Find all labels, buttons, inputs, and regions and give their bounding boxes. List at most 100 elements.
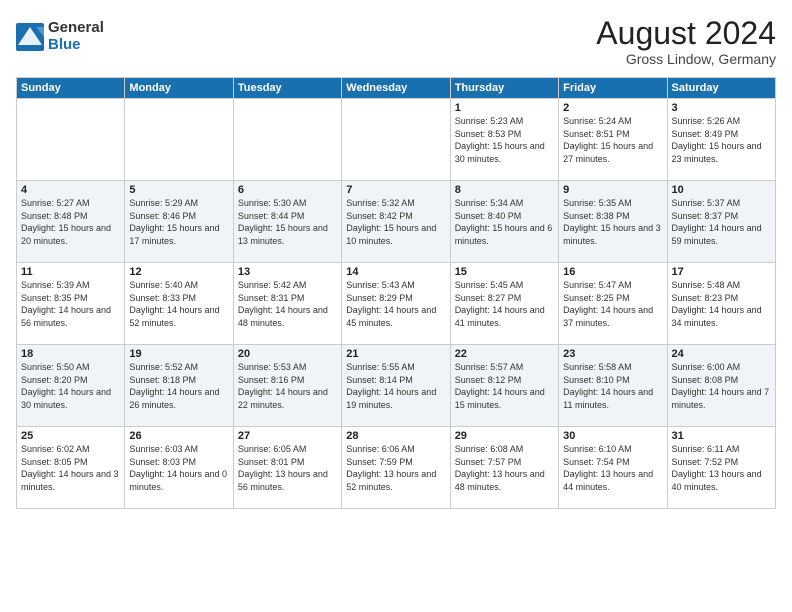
day-info: Sunrise: 6:06 AMSunset: 7:59 PMDaylight:…: [346, 443, 445, 493]
day-cell: 27Sunrise: 6:05 AMSunset: 8:01 PMDayligh…: [233, 427, 341, 509]
day-info: Sunrise: 5:27 AMSunset: 8:48 PMDaylight:…: [21, 197, 120, 247]
day-cell: [233, 99, 341, 181]
day-info: Sunrise: 5:24 AMSunset: 8:51 PMDaylight:…: [563, 115, 662, 165]
day-info: Sunrise: 6:08 AMSunset: 7:57 PMDaylight:…: [455, 443, 554, 493]
day-info: Sunrise: 5:23 AMSunset: 8:53 PMDaylight:…: [455, 115, 554, 165]
day-cell: 1Sunrise: 5:23 AMSunset: 8:53 PMDaylight…: [450, 99, 558, 181]
day-number: 24: [672, 348, 771, 360]
day-number: 28: [346, 430, 445, 442]
day-number: 26: [129, 430, 228, 442]
day-info: Sunrise: 5:26 AMSunset: 8:49 PMDaylight:…: [672, 115, 771, 165]
day-cell: 9Sunrise: 5:35 AMSunset: 8:38 PMDaylight…: [559, 181, 667, 263]
day-cell: 30Sunrise: 6:10 AMSunset: 7:54 PMDayligh…: [559, 427, 667, 509]
logo-text: General Blue: [48, 20, 104, 53]
day-cell: 15Sunrise: 5:45 AMSunset: 8:27 PMDayligh…: [450, 263, 558, 345]
day-info: Sunrise: 5:48 AMSunset: 8:23 PMDaylight:…: [672, 279, 771, 329]
day-info: Sunrise: 5:43 AMSunset: 8:29 PMDaylight:…: [346, 279, 445, 329]
day-cell: 10Sunrise: 5:37 AMSunset: 8:37 PMDayligh…: [667, 181, 775, 263]
day-number: 15: [455, 266, 554, 278]
day-cell: 6Sunrise: 5:30 AMSunset: 8:44 PMDaylight…: [233, 181, 341, 263]
week-row: 1Sunrise: 5:23 AMSunset: 8:53 PMDaylight…: [17, 99, 776, 181]
week-row: 18Sunrise: 5:50 AMSunset: 8:20 PMDayligh…: [17, 345, 776, 427]
day-info: Sunrise: 5:32 AMSunset: 8:42 PMDaylight:…: [346, 197, 445, 247]
day-number: 16: [563, 266, 662, 278]
day-info: Sunrise: 5:53 AMSunset: 8:16 PMDaylight:…: [238, 361, 337, 411]
day-cell: 20Sunrise: 5:53 AMSunset: 8:16 PMDayligh…: [233, 345, 341, 427]
day-cell: 18Sunrise: 5:50 AMSunset: 8:20 PMDayligh…: [17, 345, 125, 427]
day-info: Sunrise: 5:35 AMSunset: 8:38 PMDaylight:…: [563, 197, 662, 247]
day-number: 14: [346, 266, 445, 278]
day-number: 31: [672, 430, 771, 442]
title-block: August 2024 Gross Lindow, Germany: [596, 16, 776, 67]
header: General Blue August 2024 Gross Lindow, G…: [16, 16, 776, 67]
day-number: 29: [455, 430, 554, 442]
logo-icon: [16, 23, 44, 51]
day-cell: 16Sunrise: 5:47 AMSunset: 8:25 PMDayligh…: [559, 263, 667, 345]
day-info: Sunrise: 5:37 AMSunset: 8:37 PMDaylight:…: [672, 197, 771, 247]
day-number: 19: [129, 348, 228, 360]
day-cell: 11Sunrise: 5:39 AMSunset: 8:35 PMDayligh…: [17, 263, 125, 345]
day-info: Sunrise: 5:47 AMSunset: 8:25 PMDaylight:…: [563, 279, 662, 329]
day-info: Sunrise: 5:55 AMSunset: 8:14 PMDaylight:…: [346, 361, 445, 411]
week-row: 25Sunrise: 6:02 AMSunset: 8:05 PMDayligh…: [17, 427, 776, 509]
weekday-header-row: SundayMondayTuesdayWednesdayThursdayFrid…: [17, 78, 776, 99]
day-cell: 24Sunrise: 6:00 AMSunset: 8:08 PMDayligh…: [667, 345, 775, 427]
day-info: Sunrise: 5:30 AMSunset: 8:44 PMDaylight:…: [238, 197, 337, 247]
day-number: 17: [672, 266, 771, 278]
day-cell: [125, 99, 233, 181]
day-number: 12: [129, 266, 228, 278]
day-info: Sunrise: 6:00 AMSunset: 8:08 PMDaylight:…: [672, 361, 771, 411]
day-info: Sunrise: 5:45 AMSunset: 8:27 PMDaylight:…: [455, 279, 554, 329]
day-cell: 17Sunrise: 5:48 AMSunset: 8:23 PMDayligh…: [667, 263, 775, 345]
day-number: 23: [563, 348, 662, 360]
day-number: 3: [672, 102, 771, 114]
day-info: Sunrise: 6:11 AMSunset: 7:52 PMDaylight:…: [672, 443, 771, 493]
day-info: Sunrise: 5:29 AMSunset: 8:46 PMDaylight:…: [129, 197, 228, 247]
day-cell: 25Sunrise: 6:02 AMSunset: 8:05 PMDayligh…: [17, 427, 125, 509]
day-info: Sunrise: 5:39 AMSunset: 8:35 PMDaylight:…: [21, 279, 120, 329]
day-info: Sunrise: 5:42 AMSunset: 8:31 PMDaylight:…: [238, 279, 337, 329]
day-number: 7: [346, 184, 445, 196]
day-info: Sunrise: 6:10 AMSunset: 7:54 PMDaylight:…: [563, 443, 662, 493]
week-row: 4Sunrise: 5:27 AMSunset: 8:48 PMDaylight…: [17, 181, 776, 263]
day-cell: [342, 99, 450, 181]
day-cell: 19Sunrise: 5:52 AMSunset: 8:18 PMDayligh…: [125, 345, 233, 427]
weekday-header: Saturday: [667, 78, 775, 99]
day-number: 8: [455, 184, 554, 196]
page: General Blue August 2024 Gross Lindow, G…: [0, 0, 792, 612]
weekday-header: Friday: [559, 78, 667, 99]
day-cell: 29Sunrise: 6:08 AMSunset: 7:57 PMDayligh…: [450, 427, 558, 509]
day-cell: 23Sunrise: 5:58 AMSunset: 8:10 PMDayligh…: [559, 345, 667, 427]
day-info: Sunrise: 5:58 AMSunset: 8:10 PMDaylight:…: [563, 361, 662, 411]
day-cell: 26Sunrise: 6:03 AMSunset: 8:03 PMDayligh…: [125, 427, 233, 509]
day-cell: 7Sunrise: 5:32 AMSunset: 8:42 PMDaylight…: [342, 181, 450, 263]
week-row: 11Sunrise: 5:39 AMSunset: 8:35 PMDayligh…: [17, 263, 776, 345]
day-number: 30: [563, 430, 662, 442]
weekday-header: Tuesday: [233, 78, 341, 99]
day-number: 10: [672, 184, 771, 196]
day-info: Sunrise: 6:02 AMSunset: 8:05 PMDaylight:…: [21, 443, 120, 493]
day-number: 25: [21, 430, 120, 442]
day-number: 20: [238, 348, 337, 360]
day-cell: 5Sunrise: 5:29 AMSunset: 8:46 PMDaylight…: [125, 181, 233, 263]
day-number: 27: [238, 430, 337, 442]
day-info: Sunrise: 5:50 AMSunset: 8:20 PMDaylight:…: [21, 361, 120, 411]
day-cell: 22Sunrise: 5:57 AMSunset: 8:12 PMDayligh…: [450, 345, 558, 427]
day-cell: 28Sunrise: 6:06 AMSunset: 7:59 PMDayligh…: [342, 427, 450, 509]
logo-general: General: [48, 20, 104, 37]
day-cell: [17, 99, 125, 181]
day-cell: 8Sunrise: 5:34 AMSunset: 8:40 PMDaylight…: [450, 181, 558, 263]
day-number: 13: [238, 266, 337, 278]
day-number: 22: [455, 348, 554, 360]
day-info: Sunrise: 5:34 AMSunset: 8:40 PMDaylight:…: [455, 197, 554, 247]
month-title: August 2024: [596, 16, 776, 51]
day-cell: 2Sunrise: 5:24 AMSunset: 8:51 PMDaylight…: [559, 99, 667, 181]
day-number: 9: [563, 184, 662, 196]
day-number: 6: [238, 184, 337, 196]
location: Gross Lindow, Germany: [596, 51, 776, 67]
day-info: Sunrise: 5:57 AMSunset: 8:12 PMDaylight:…: [455, 361, 554, 411]
day-number: 11: [21, 266, 120, 278]
day-number: 4: [21, 184, 120, 196]
day-cell: 21Sunrise: 5:55 AMSunset: 8:14 PMDayligh…: [342, 345, 450, 427]
day-info: Sunrise: 5:40 AMSunset: 8:33 PMDaylight:…: [129, 279, 228, 329]
